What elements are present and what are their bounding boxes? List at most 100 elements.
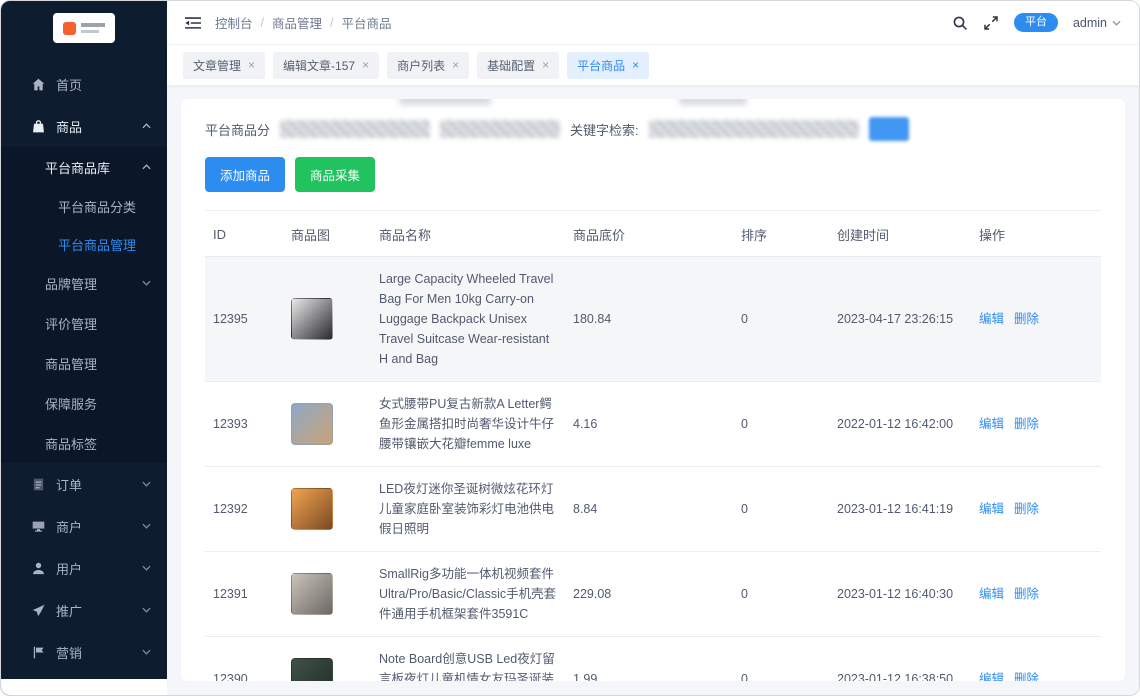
cell-actions: 编辑删除 [971, 552, 1101, 637]
product-thumbnail[interactable] [291, 488, 333, 530]
chevron-down-icon [142, 523, 151, 529]
edit-link[interactable]: 编辑 [979, 672, 1004, 681]
sidebar-item[interactable]: 订单 [1, 463, 167, 505]
tab-item[interactable]: 基础配置× [477, 52, 559, 79]
goods-icon [31, 119, 46, 134]
topbar-actions: 平台 admin [952, 13, 1121, 32]
delete-link[interactable]: 删除 [1014, 502, 1039, 516]
add-product-button[interactable]: 添加商品 [205, 157, 285, 192]
tab-item[interactable]: 编辑文章-157× [273, 52, 379, 79]
edit-link[interactable]: 编辑 [979, 587, 1004, 601]
sidebar-item-label: 商品管理 [45, 354, 97, 373]
close-icon[interactable]: × [362, 59, 369, 71]
sidebar-item-label: 评价管理 [45, 314, 97, 333]
user-menu[interactable]: admin [1073, 16, 1121, 30]
tab-item[interactable]: 商户列表 × [387, 52, 469, 79]
cell-price: 180.84 [565, 257, 733, 382]
filter-category-label: 平台商品分 [205, 120, 270, 139]
sidebar-item-label: 商品标签 [45, 434, 97, 453]
product-thumbnail[interactable] [291, 573, 333, 615]
breadcrumb-item[interactable]: 控制台 [215, 13, 253, 32]
sidebar-item[interactable]: 推广 [1, 589, 167, 631]
tab-label: 平台商品 [577, 57, 625, 74]
sidebar-item[interactable]: 评价管理 [1, 303, 167, 343]
sidebar-item[interactable]: 用户 [1, 547, 167, 589]
cell-name: 女式腰带PU复古新款A Letter鳄鱼形金属搭扣时尚奢华设计牛仔腰带镶嵌大花瓣… [371, 382, 565, 467]
redacted-filter-input[interactable] [649, 120, 859, 138]
close-icon[interactable]: × [632, 59, 639, 71]
fullscreen-icon[interactable] [983, 15, 999, 31]
cell-id: 12391 [205, 552, 283, 637]
sidebar-nav: 首页商品平台商品库平台商品分类平台商品管理品牌管理评价管理商品管理保障服务商品标… [1, 55, 167, 695]
search-button[interactable] [869, 117, 909, 141]
product-thumbnail[interactable] [291, 658, 333, 681]
home-icon [31, 77, 46, 92]
table-row: 12390Note Board创意USB Led夜灯留言板夜灯儿童机情女友玛圣诞… [205, 637, 1101, 682]
column-header: 操作 [971, 211, 1101, 257]
chevron-down-icon [142, 649, 151, 655]
cell-created: 2023-01-12 16:41:19 [829, 467, 971, 552]
sidebar-item-label: 商品 [56, 117, 82, 136]
delete-link[interactable]: 删除 [1014, 417, 1039, 431]
product-thumbnail[interactable] [291, 403, 333, 445]
cell-actions: 编辑 删除 [971, 637, 1101, 682]
collapse-menu-icon[interactable] [185, 15, 201, 31]
sidebar-item[interactable]: 平台商品库 [1, 147, 167, 187]
sidebar-item[interactable]: 保障服务 [1, 383, 167, 423]
promote-icon [31, 603, 46, 618]
cell-thumb [283, 637, 371, 682]
sidebar-item[interactable]: 商户 [1, 505, 167, 547]
breadcrumb-item[interactable]: 商品管理 [272, 13, 322, 32]
logo-icon [63, 22, 76, 35]
sidebar-item[interactable]: 品牌管理 [1, 263, 167, 303]
toolbar: 添加商品 商品采集 [205, 157, 1101, 192]
cell-created: 2022-01-12 16:42:00 [829, 382, 971, 467]
column-header: 商品名称 [371, 211, 565, 257]
tab-label: 文章管理 [193, 57, 241, 74]
cell-id: 12395 [205, 257, 283, 382]
close-icon[interactable]: × [452, 59, 459, 71]
breadcrumb-item[interactable]: 平台商品 [342, 13, 392, 32]
edit-link[interactable]: 编辑 [979, 312, 1004, 326]
tab-label: 商户列表 [397, 57, 445, 74]
environment-badge[interactable]: 平台 [1014, 13, 1058, 32]
redacted-filter-input[interactable] [280, 120, 430, 138]
sidebar-item-label: 平台商品管理 [58, 235, 136, 254]
chevron-down-icon [142, 607, 151, 613]
edit-link[interactable]: 编辑 [979, 417, 1004, 431]
breadcrumb-separator: / [330, 16, 333, 30]
cell-name: Large Capacity Wheeled Travel Bag For Me… [371, 257, 565, 382]
product-thumbnail[interactable] [291, 298, 333, 340]
close-icon[interactable]: × [542, 59, 549, 71]
search-icon[interactable] [952, 15, 968, 31]
brand-logo[interactable] [53, 13, 115, 43]
sidebar: 首页商品平台商品库平台商品分类平台商品管理品牌管理评价管理商品管理保障服务商品标… [1, 1, 167, 695]
collect-product-button[interactable]: 商品采集 [295, 157, 375, 192]
product-card: 平台商品分 关键字检索: 添加商品 商品采集 ID商品图商品 [181, 99, 1125, 681]
delete-link[interactable]: 删除 [1014, 587, 1039, 601]
delete-link[interactable]: 删除 [1014, 312, 1039, 326]
tab-item[interactable]: 平台商品 × [567, 52, 649, 79]
sidebar-item[interactable]: 营销 [1, 631, 167, 673]
sidebar-item[interactable]: 商品 [1, 105, 167, 147]
tabs-bar: 文章管理×编辑文章-157×商户列表×基础配置×平台商品× [167, 45, 1139, 85]
sidebar-item[interactable]: 平台商品分类 [1, 187, 167, 225]
delete-link[interactable]: 删除 [1014, 672, 1039, 681]
sidebar-item[interactable]: 首页 [1, 63, 167, 105]
cell-name: Note Board创意USB Led夜灯留言板夜灯儿童机情女友玛圣诞装饰夜灯 [371, 637, 565, 682]
cell-sort: 0 [733, 382, 829, 467]
sidebar-item[interactable]: 商品管理 [1, 343, 167, 383]
sidebar-item[interactable]: 商品标签 [1, 423, 167, 463]
table-row: 12393女式腰带PU复古新款A Letter鳄鱼形金属搭扣时尚奢华设计牛仔腰带… [205, 382, 1101, 467]
user-icon [31, 561, 46, 576]
sidebar-item-label: 推广 [56, 601, 82, 620]
redacted-filter-input[interactable] [440, 120, 560, 138]
table-row: 12395 Large Capacity Wheeled Travel Bag F… [205, 257, 1101, 382]
content: 平台商品分 关键字检索: 添加商品 商品采集 ID商品图商品 [167, 85, 1139, 695]
close-icon[interactable]: × [248, 59, 255, 71]
edit-link[interactable]: 编辑 [979, 502, 1004, 516]
tab-item[interactable]: 文章管理 × [183, 52, 265, 79]
sidebar-item[interactable]: 平台商品管理 [1, 225, 167, 263]
breadcrumb-separator: / [261, 16, 264, 30]
cell-created: 2023-01-12 16:40:30 [829, 552, 971, 637]
